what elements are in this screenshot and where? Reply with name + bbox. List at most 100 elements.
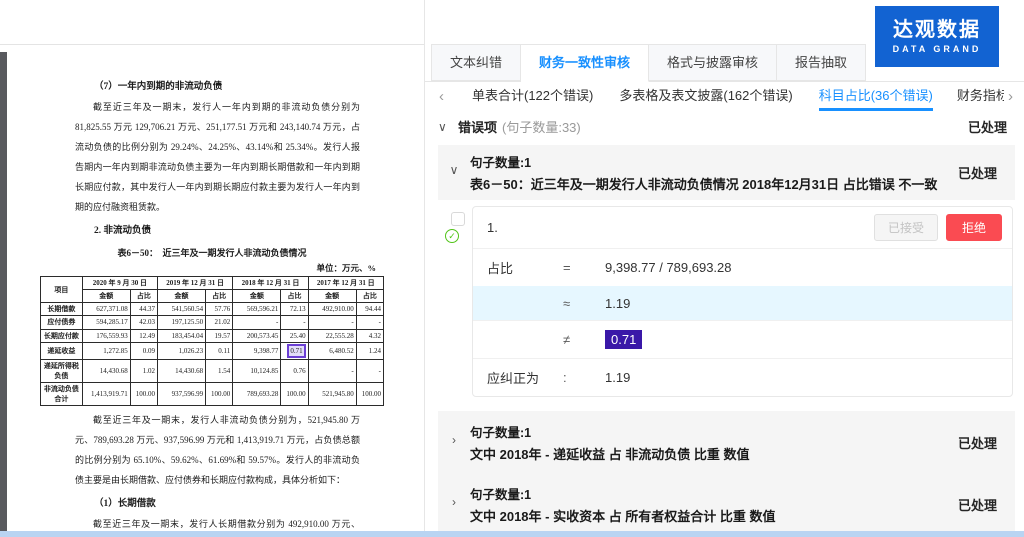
table-cell: 176,559.93 bbox=[82, 329, 130, 342]
error-group-expanded[interactable]: ∨ 句子数量:1 表6－50：近三年及一期发行人非流动负债情况 2018年12月… bbox=[438, 145, 1015, 200]
table-cell: 应付债券 bbox=[41, 316, 83, 329]
table-cell: 长期应付款 bbox=[41, 329, 83, 342]
logo-chinese-text: 达观数据 bbox=[893, 19, 981, 41]
wrong-value-badge[interactable]: 0.71 bbox=[605, 330, 642, 349]
sentence-count: 句子数量:1 bbox=[470, 152, 937, 171]
table-cell: 0.71 bbox=[281, 342, 308, 359]
col-header-ratio: 占比 bbox=[130, 290, 157, 303]
table-row: 长期借款 627,371.08 44.37 541,560.54 57.76 5… bbox=[41, 303, 384, 316]
doc-paragraph-1: 截至近三年及一期末，发行人一年内到期的非流动负债分别为 81,825.55 万元… bbox=[75, 97, 360, 217]
error-group-text: 句子数量:1 文中 2018年 - 实收资本 占 所有者权益合计 比重 数值 bbox=[470, 484, 776, 525]
table-subheader-row: 金额 占比 金额 占比 金额 占比 金额 占比 bbox=[41, 290, 384, 303]
table-cell: 100.00 bbox=[356, 383, 383, 406]
table-cell: 0.09 bbox=[130, 342, 157, 359]
error-detail-card: 1. 已接受 拒绝 占比 = 9,398.77 / 789,693.28 ≈ 1… bbox=[472, 206, 1013, 397]
not-equal-operator: ≠ bbox=[563, 332, 605, 347]
correction-label: 应纠正为 bbox=[487, 368, 563, 387]
reject-button[interactable]: 拒绝 bbox=[946, 214, 1002, 241]
table-cell: 22,555.28 bbox=[308, 329, 356, 342]
doc-heading-one-year-liabilities: （7）一年内到期的非流动负债 bbox=[75, 77, 360, 97]
accept-button[interactable]: 已接受 bbox=[874, 214, 938, 241]
table-cell: 6,480.52 bbox=[308, 342, 356, 359]
accepted-check-icon: ✓ bbox=[445, 229, 459, 243]
table-cell: - bbox=[308, 316, 356, 329]
detail-card-header: 1. 已接受 拒绝 bbox=[473, 207, 1012, 248]
col-header-ratio: 占比 bbox=[281, 290, 308, 303]
table-cell: 42.03 bbox=[130, 316, 157, 329]
calc-row-expected: ≈ 1.19 bbox=[473, 286, 1012, 320]
table-cell: 19.57 bbox=[206, 329, 233, 342]
doc-table-6-50-unit: 单位：万元、% bbox=[40, 262, 376, 274]
calc-expression: 9,398.77 / 789,693.28 bbox=[605, 260, 732, 275]
processed-status-label: 已处理 bbox=[958, 495, 997, 514]
table-cell: - bbox=[356, 316, 383, 329]
table-cell: 100.00 bbox=[281, 383, 308, 406]
error-group-text: 句子数量:1 表6－50：近三年及一期发行人非流动负债情况 2018年12月31… bbox=[470, 152, 937, 193]
subtab-financial-indicator[interactable]: 财务指标核算 bbox=[957, 82, 1004, 111]
table-cell: 44.37 bbox=[130, 303, 157, 316]
chevron-right-icon[interactable]: › bbox=[438, 422, 470, 463]
approx-operator: ≈ bbox=[563, 296, 605, 311]
error-index: 1. bbox=[487, 220, 498, 235]
tab-format-disclosure[interactable]: 格式与披露审核 bbox=[649, 44, 777, 81]
error-group-title: 文中 2018年 - 实收资本 占 所有者权益合计 比重 数值 bbox=[470, 506, 776, 525]
error-group-collapsed[interactable]: › 句子数量:1 文中 2018年 - 实收资本 占 所有者权益合计 比重 数值… bbox=[438, 473, 1015, 535]
prev-arrow-icon[interactable]: ‹ bbox=[437, 84, 446, 110]
logo-english-text: DATA GRAND bbox=[893, 44, 982, 54]
subtab-account-ratio[interactable]: 科目占比(36个错误) bbox=[819, 82, 933, 111]
table-cell: 0.76 bbox=[281, 359, 308, 382]
tab-report-extraction[interactable]: 报告抽取 bbox=[777, 44, 866, 81]
table-cell: 25.40 bbox=[281, 329, 308, 342]
table-cell: 10,124.85 bbox=[233, 359, 281, 382]
noncurrent-liabilities-table: 项目 2020 年 9 月 30 日 2019 年 12 月 31 日 2018… bbox=[40, 276, 384, 406]
sub-tabbar: ‹ 单表合计(122个错误) 多表格及表文披露(162个错误) 科目占比(36个… bbox=[425, 82, 1024, 111]
table-cell: 492,910.00 bbox=[308, 303, 356, 316]
table-cell: 21.02 bbox=[206, 316, 233, 329]
chevron-down-icon[interactable]: ∨ bbox=[438, 152, 470, 193]
next-arrow-icon[interactable]: › bbox=[1006, 84, 1015, 110]
table-header-row: 项目 2020 年 9 月 30 日 2019 年 12 月 31 日 2018… bbox=[41, 277, 384, 290]
table-cell: - bbox=[308, 359, 356, 382]
col-header-period-2019: 2019 年 12 月 31 日 bbox=[157, 277, 232, 290]
error-group-collapsed[interactable]: › 句子数量:1 文中 2018年 - 递延收益 占 非流动负债 比重 数值 已… bbox=[438, 411, 1015, 473]
error-checkbox[interactable] bbox=[451, 212, 465, 226]
correction-value: 1.19 bbox=[605, 370, 630, 385]
error-detail: ✓ 1. 已接受 拒绝 占比 = 9,398.77 / 789,693.28 ≈… bbox=[438, 206, 1013, 397]
doc-paragraph-2: 截至近三年及一期末，发行人非流动负债分别为，521,945.80 万元、789,… bbox=[75, 410, 360, 490]
table-cell: 0.11 bbox=[206, 342, 233, 359]
error-section-header[interactable]: ∨ 错误项 (句子数量:33) 已处理 bbox=[425, 112, 1024, 141]
doc-heading-noncurrent-liabilities: 2. 非流动负债 bbox=[75, 221, 360, 241]
calc-row-correction: 应纠正为 : 1.19 bbox=[473, 358, 1012, 396]
table-cell: 1.24 bbox=[356, 342, 383, 359]
table-cell: 94.44 bbox=[356, 303, 383, 316]
subtab-single-table-total[interactable]: 单表合计(122个错误) bbox=[472, 82, 593, 111]
table-cell: 937,596.99 bbox=[157, 383, 205, 406]
datagrand-logo: 达观数据 DATA GRAND bbox=[875, 6, 999, 67]
horizontal-scrollbar[interactable] bbox=[0, 531, 1024, 537]
highlighted-error-value[interactable]: 0.71 bbox=[287, 344, 305, 358]
error-list: ∨ 错误项 (句子数量:33) 已处理 ∨ 句子数量:1 表6－50：近三年及一… bbox=[425, 112, 1024, 537]
table-cell: 197,125.50 bbox=[157, 316, 205, 329]
table-row: 递延收益 1,272.85 0.09 1,026.23 0.11 9,398.7… bbox=[41, 342, 384, 359]
table-cell: 递延收益 bbox=[41, 342, 83, 359]
table-cell: 57.76 bbox=[206, 303, 233, 316]
left-edge-strip bbox=[0, 52, 7, 531]
table-cell: 594,285.17 bbox=[82, 316, 130, 329]
table-cell: 非流动负债合计 bbox=[41, 383, 83, 406]
table-cell: 9,398.77 bbox=[233, 342, 281, 359]
table-row: 长期应付款 176,559.93 12.49 183,454.04 19.57 … bbox=[41, 329, 384, 342]
table-cell: 14,430.68 bbox=[157, 359, 205, 382]
tab-text-correction[interactable]: 文本纠错 bbox=[431, 44, 521, 81]
error-section-count: (句子数量:33) bbox=[502, 117, 581, 136]
chevron-right-icon[interactable]: › bbox=[438, 484, 470, 525]
document-content: （7）一年内到期的非流动负债 截至近三年及一期末，发行人一年内到期的非流动负债分… bbox=[40, 73, 384, 537]
subtab-multi-table-disclosure[interactable]: 多表格及表文披露(162个错误) bbox=[619, 82, 792, 111]
calc-row: 占比 = 9,398.77 / 789,693.28 bbox=[473, 248, 1012, 286]
tab-financial-consistency[interactable]: 财务一致性审核 bbox=[521, 44, 649, 82]
col-header-item: 项目 bbox=[41, 277, 83, 303]
chevron-down-icon[interactable]: ∨ bbox=[438, 120, 458, 134]
table-cell: - bbox=[233, 316, 281, 329]
detail-gutter: ✓ bbox=[438, 206, 472, 397]
table-cell: 183,454.04 bbox=[157, 329, 205, 342]
expected-value: 1.19 bbox=[605, 296, 630, 311]
